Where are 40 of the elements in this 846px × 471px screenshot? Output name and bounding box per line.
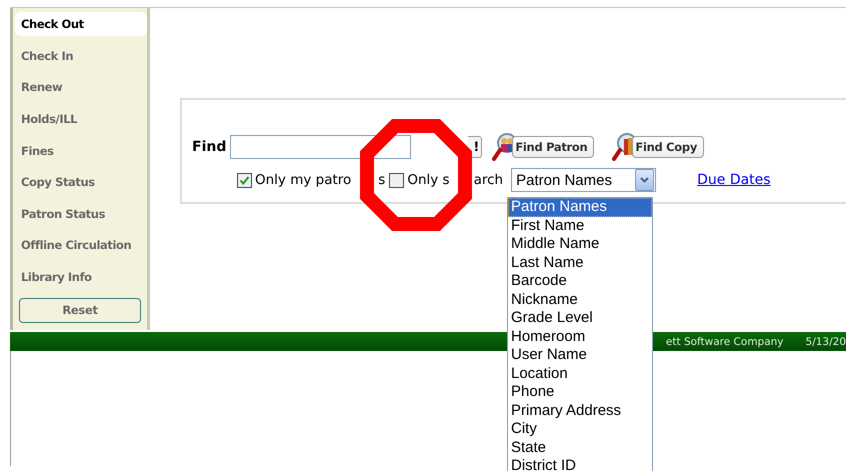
checkbox-label: Only s — [407, 172, 450, 188]
sidebar-item[interactable]: Check In — [13, 40, 147, 72]
find-copy-button[interactable]: Find Copy — [632, 136, 704, 158]
dropdown-option[interactable]: Nickname — [508, 290, 652, 309]
dropdown-option[interactable]: District ID — [508, 457, 652, 471]
due-dates-link[interactable]: Due Dates — [697, 172, 771, 188]
checkbox-label: Only my patro — [255, 172, 352, 188]
sidebar-item[interactable]: Check Out — [15, 12, 147, 36]
dropdown-option[interactable]: Last Name — [508, 254, 652, 272]
company-name: ett Software Company — [666, 336, 784, 348]
dropdown-option[interactable]: User Name — [508, 346, 652, 364]
checkbox[interactable] — [389, 172, 404, 188]
chevron-down-icon — [640, 177, 650, 183]
dropdown-option[interactable]: Barcode — [508, 272, 652, 290]
dropdown-option[interactable]: Grade Level — [508, 309, 652, 328]
dropdown-option[interactable]: Middle Name — [508, 235, 652, 254]
sidebar-item[interactable]: Library Info — [13, 261, 147, 293]
sidebar-item[interactable]: Fines — [13, 134, 147, 166]
dropdown-option[interactable]: Homeroom — [508, 328, 652, 346]
sidebar-item[interactable]: Holds/ILL — [13, 103, 147, 135]
checkbox-label: arch — [474, 172, 504, 188]
find-patron-button[interactable]: Find Patron — [512, 136, 594, 158]
sidebar-item[interactable]: Patron Status — [13, 198, 147, 230]
dropdown-option[interactable]: Patron Names — [508, 198, 652, 216]
reset-button[interactable]: Reset — [19, 298, 141, 323]
sidebar-item[interactable]: Copy Status — [13, 166, 147, 198]
dropdown-option[interactable]: Primary Address — [508, 402, 652, 420]
sidebar-item[interactable]: Renew — [13, 72, 147, 104]
dropdown-option[interactable]: City — [508, 420, 652, 438]
checkbox-label: s — [378, 172, 386, 188]
status-date: 5/13/20 — [806, 336, 846, 348]
find-label: Find — [192, 139, 226, 155]
search-field-dropdown[interactable]: Patron Names — [511, 168, 656, 192]
dropdown-option[interactable]: Phone — [508, 383, 652, 402]
dropdown-option[interactable]: State — [508, 438, 652, 457]
sidebar-item[interactable]: Offline Circulation — [13, 230, 147, 262]
dropdown-option[interactable]: Location — [508, 364, 652, 383]
find-field[interactable] — [230, 135, 412, 159]
dropdown-option[interactable]: First Name — [508, 216, 652, 235]
checkbox[interactable] — [237, 172, 252, 188]
